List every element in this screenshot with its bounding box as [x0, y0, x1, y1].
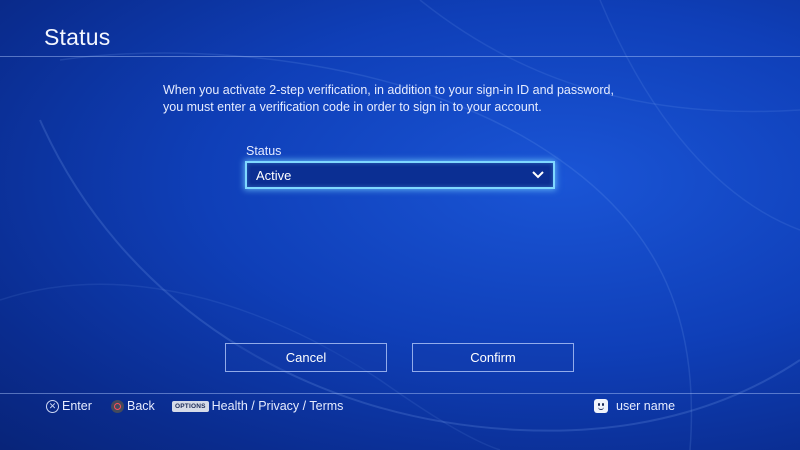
options-label: Health / Privacy / Terms — [211, 399, 344, 413]
user-profile[interactable]: user name — [594, 397, 675, 415]
user-name: user name — [616, 399, 676, 413]
enter-hint[interactable]: ✕ Enter — [46, 397, 92, 415]
status-dropdown[interactable]: Active — [245, 161, 555, 189]
background-waves — [0, 0, 800, 450]
chevron-down-icon — [532, 171, 544, 179]
footer-divider — [0, 393, 800, 394]
back-hint[interactable]: Back — [111, 397, 155, 415]
avatar-icon — [594, 399, 608, 413]
options-button-icon: OPTIONS — [172, 400, 209, 412]
description-line-1: When you activate 2-step verification, i… — [163, 83, 614, 97]
page-title: Status — [44, 24, 111, 50]
confirm-button[interactable]: Confirm — [412, 343, 574, 372]
cancel-button[interactable]: Cancel — [225, 343, 387, 372]
circle-icon — [111, 399, 124, 413]
options-hint[interactable]: OPTIONS Health / Privacy / Terms — [172, 397, 343, 415]
header-divider — [0, 56, 800, 57]
back-label: Back — [127, 399, 155, 413]
description-text: When you activate 2-step verification, i… — [163, 82, 663, 116]
description-line-2: you must enter a verification code in or… — [163, 100, 542, 114]
status-selected-value: Active — [256, 167, 292, 183]
cross-icon: ✕ — [46, 399, 59, 413]
status-field-label: Status — [246, 144, 282, 158]
enter-label: Enter — [62, 399, 92, 413]
